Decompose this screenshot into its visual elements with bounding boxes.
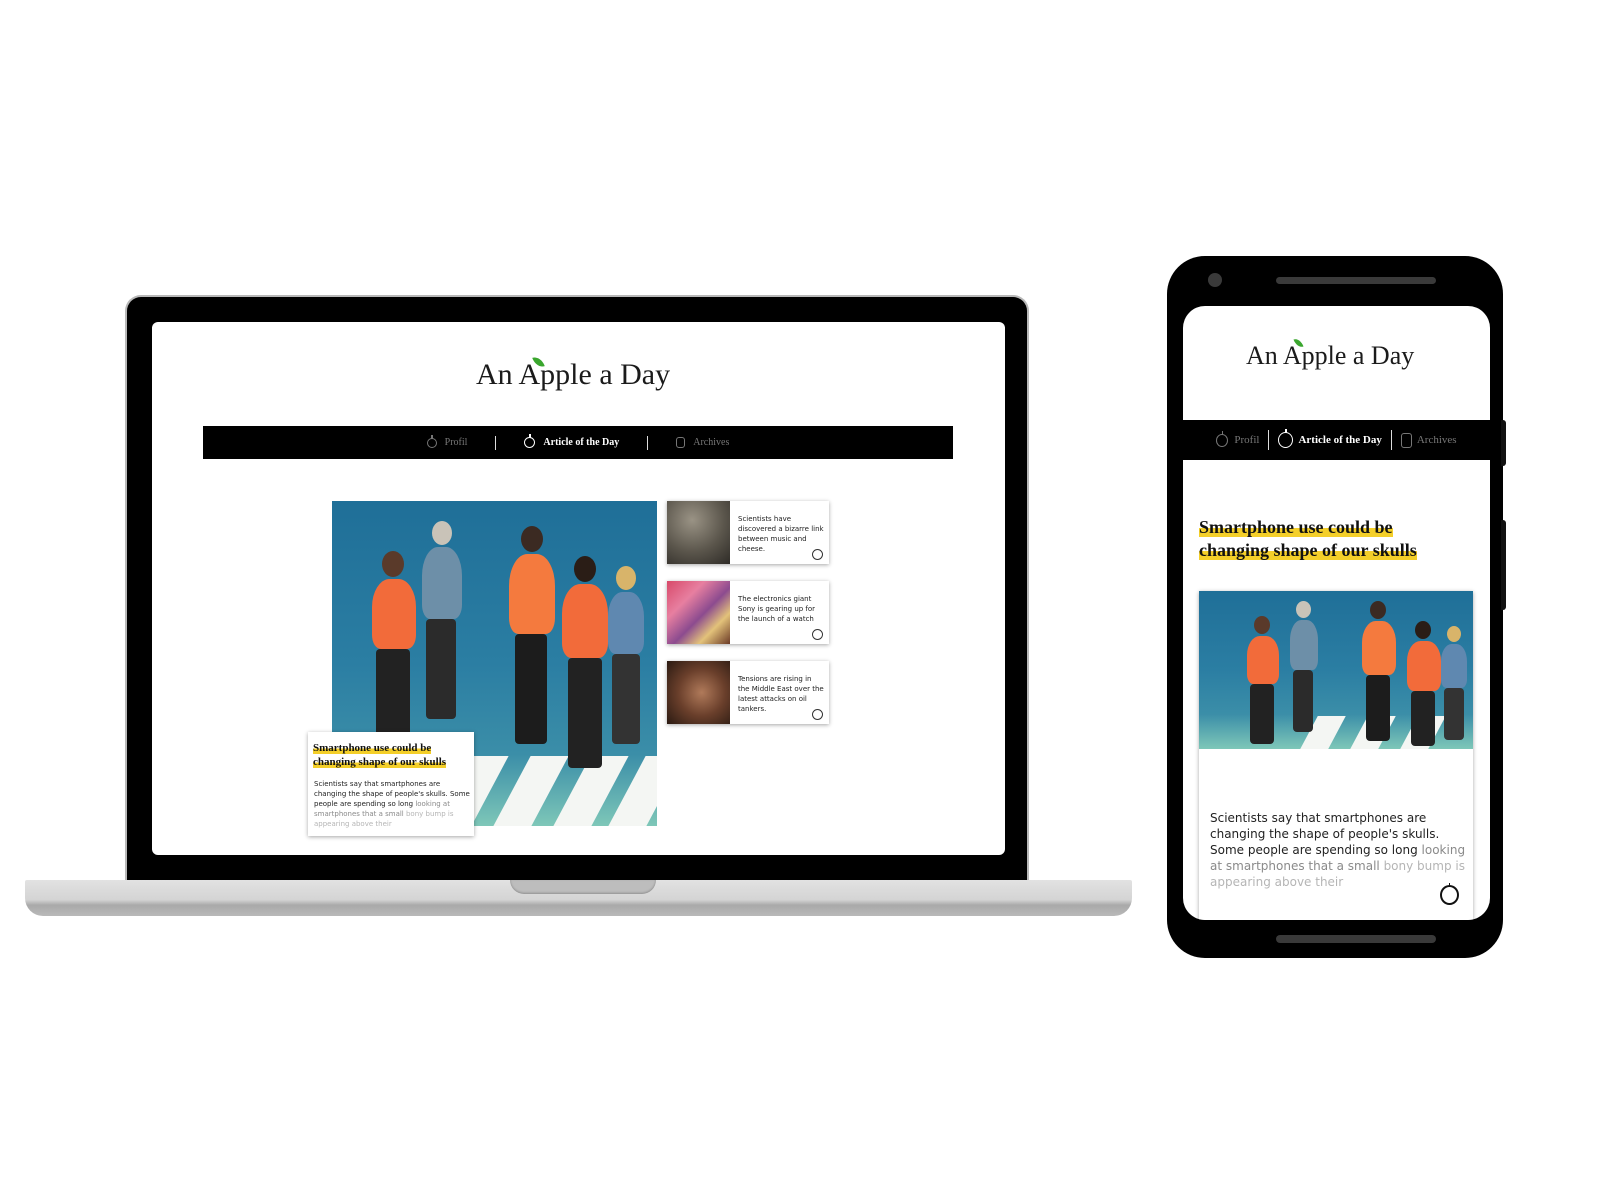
nav-archives-label: Archives xyxy=(1416,434,1457,446)
nav-article-label: Article of the Day xyxy=(1298,434,1382,446)
nav-archives-label: Archives xyxy=(693,437,730,448)
apple-outline-icon xyxy=(426,434,437,448)
main-article-excerpt: Scientists say that smartphones are chan… xyxy=(314,780,470,828)
nav-archives[interactable]: Archives xyxy=(676,437,729,448)
side-article-summary: The electronics giant Sony is gearing up… xyxy=(738,595,816,623)
logo-text-an: An xyxy=(1246,341,1283,370)
nav-article-of-the-day[interactable]: Article of the Day xyxy=(524,434,620,448)
logo-text-an: An xyxy=(476,358,519,391)
phone-screen: An Apple a Day Profil Article of the Day… xyxy=(1183,306,1490,920)
nav-profile[interactable]: Profil xyxy=(426,434,468,448)
site-logo[interactable]: An Apple a Day xyxy=(476,354,670,392)
nav-profile-label: Profil xyxy=(444,437,468,448)
side-article-summary: Tensions are rising in the Middle East o… xyxy=(738,675,824,713)
phone-home-bar xyxy=(1276,935,1436,943)
nav-divider xyxy=(647,435,649,450)
main-nav: Profil Article of the Day Archives xyxy=(203,426,953,459)
phone-side-button xyxy=(1501,520,1506,610)
apple-icon[interactable] xyxy=(812,629,823,640)
nav-archives[interactable]: Archives xyxy=(1400,432,1457,448)
main-article-card[interactable]: Smartphone use could be changing shape o… xyxy=(308,732,474,836)
main-article-headline[interactable]: Smartphone use could be changing shape o… xyxy=(1199,516,1484,562)
main-article-excerpt: Scientists say that smartphones are chan… xyxy=(1210,811,1466,889)
phone-camera xyxy=(1208,273,1222,287)
nav-divider xyxy=(1390,430,1392,450)
side-article-card[interactable]: The electronics giant Sony is gearing up… xyxy=(667,581,829,644)
laptop-screen: An Apple a Day Profil Article of the Day… xyxy=(152,322,1005,855)
apple-core-icon xyxy=(1400,432,1412,448)
apple-icon xyxy=(524,434,536,448)
side-article-thumbnail xyxy=(667,501,730,564)
apple-icon[interactable] xyxy=(812,709,823,720)
side-article-thumbnail xyxy=(667,661,730,724)
laptop-notch xyxy=(510,880,656,894)
nav-profile[interactable]: Profil xyxy=(1216,430,1260,447)
nav-article-label: Article of the Day xyxy=(543,437,620,448)
nav-article-of-the-day[interactable]: Article of the Day xyxy=(1278,429,1382,448)
apple-icon xyxy=(1278,429,1294,448)
main-article-image xyxy=(1199,591,1473,749)
phone-side-button xyxy=(1501,420,1506,466)
main-article-card[interactable]: Scientists say that smartphones are chan… xyxy=(1199,591,1473,920)
phone-speaker xyxy=(1276,277,1436,284)
site-logo[interactable]: An Apple a Day xyxy=(1246,337,1414,371)
nav-divider xyxy=(1268,430,1270,450)
nav-profile-label: Profil xyxy=(1234,434,1260,446)
main-nav: Profil Article of the Day Archives xyxy=(1183,420,1490,460)
side-article-summary: Scientists have discovered a bizarre lin… xyxy=(738,515,824,553)
apple-outline-icon xyxy=(1216,430,1229,447)
apple-icon[interactable] xyxy=(1440,883,1459,905)
side-article-thumbnail xyxy=(667,581,730,644)
apple-icon[interactable] xyxy=(812,549,823,560)
apple-core-icon xyxy=(676,437,686,448)
main-article-headline: Smartphone use could be changing shape o… xyxy=(313,742,447,768)
nav-divider xyxy=(495,435,497,450)
side-article-card[interactable]: Scientists have discovered a bizarre lin… xyxy=(667,501,829,564)
side-article-card[interactable]: Tensions are rising in the Middle East o… xyxy=(667,661,829,724)
